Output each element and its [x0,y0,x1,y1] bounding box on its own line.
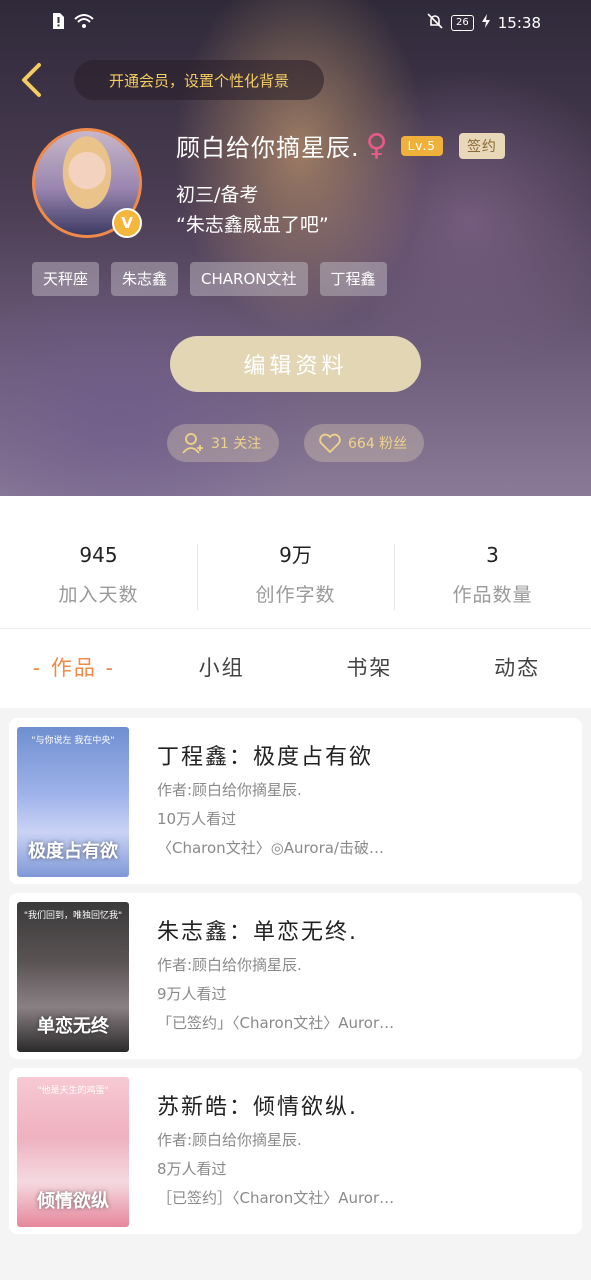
cover-tagline: "他是天生的鸡蛋" [37,1086,109,1096]
wifi-icon [74,13,94,33]
back-button[interactable] [14,60,48,100]
username-row: 顾白给你摘星辰. ♀ Lv.5 签约 [176,128,505,163]
work-tags: 〈Charon文社〉◎Aurora/击破… [157,839,384,857]
tab-works[interactable]: - 作品 - [0,640,148,696]
stat-word-count[interactable]: 9万 创作字数 [197,540,394,612]
battery-indicator: 26 [451,15,474,31]
cover-tagline: "与你说左 我在中央" [31,736,115,746]
work-author: 作者:顾白给你摘星辰. [157,781,302,799]
stat-label: 加入天数 [58,584,139,606]
work-author: 作者:顾白给你摘星辰. [157,1131,302,1149]
cover-title: 倾情欲纵 [37,1191,109,1212]
stat-label: 作品数量 [452,584,533,606]
work-title: 丁程鑫：极度占有欲 [157,745,374,770]
work-title: 苏新皓：倾情欲纵. [157,1095,358,1120]
work-card[interactable]: "他是天生的鸡蛋" 倾情欲纵 苏新皓：倾情欲纵. 作者:顾白给你摘星辰. 8万人… [9,1068,582,1234]
stat-value: 9万 [279,543,312,567]
works-list: "与你说左 我在中央" 极度占有欲 丁程鑫：极度占有欲 作者:顾白给你摘星辰. … [0,708,591,1280]
cover-title: 单恋无终 [37,1016,109,1037]
work-author: 作者:顾白给你摘星辰. [157,956,302,974]
stat-value: 945 [79,543,118,567]
divider [0,628,591,629]
signed-badge[interactable]: 签约 [458,132,505,159]
fans-count: 664 粉丝 [348,436,408,452]
work-views: 9万人看过 [157,985,227,1003]
work-cover: "他是天生的鸡蛋" 倾情欲纵 [17,1077,129,1227]
profile-tabs: - 作品 - 小组 书架 动态 [0,640,591,696]
grade-text: 初三/备考 [176,184,259,206]
profile-tags: 天秤座 朱志鑫 CHARON文社 丁程鑫 [32,262,387,296]
stat-label: 创作字数 [255,584,336,606]
work-cover: "我们回到，唯独回忆我" 单恋无终 [17,902,129,1052]
following-button[interactable]: 31 关注 [167,424,279,462]
edit-profile-button[interactable]: 编辑资料 [170,336,421,392]
sim-alert-icon [50,12,66,34]
back-arrow-icon [22,63,41,97]
tag-club[interactable]: CHARON文社 [190,262,308,296]
work-card[interactable]: "我们回到，唯独回忆我" 单恋无终 朱志鑫：单恋无终. 作者:顾白给你摘星辰. … [9,893,582,1059]
stat-days-joined[interactable]: 945 加入天数 [0,540,197,612]
work-tags: ［已签约］〈Charon文社〉Auror… [157,1189,395,1207]
motto-text: “朱志鑫威盅了吧” [176,214,329,236]
fans-button[interactable]: 664 粉丝 [304,424,424,462]
following-count: 31 关注 [211,436,262,452]
clock: 15:38 [497,14,541,32]
work-card[interactable]: "与你说左 我在中央" 极度占有欲 丁程鑫：极度占有欲 作者:顾白给你摘星辰. … [9,718,582,884]
avatar[interactable]: V [32,128,142,238]
work-tags: 「已签约」〈Charon文社〉Auror… [157,1014,395,1032]
work-views: 8万人看过 [157,1160,227,1178]
tag-idol[interactable]: 朱志鑫 [111,262,179,296]
status-bar: 26 15:38 [0,0,591,46]
vip-background-banner[interactable]: 开通会员，设置个性化背景 [74,60,324,100]
stats-row: 945 加入天数 9万 创作字数 3 作品数量 [0,540,591,612]
mute-bell-icon [427,13,443,33]
user-add-icon [182,433,203,454]
tab-groups[interactable]: 小组 [148,640,296,696]
tab-bookshelf[interactable]: 书架 [296,640,444,696]
cover-title: 极度占有欲 [28,841,118,862]
work-cover: "与你说左 我在中央" 极度占有欲 [17,727,129,877]
cover-tagline: "我们回到，唯独回忆我" [23,911,123,921]
verified-badge: V [112,208,142,238]
tab-activity[interactable]: 动态 [443,640,591,696]
username: 顾白给你摘星辰. [176,134,360,162]
profile-header: 26 15:38 开通会员，设置个性化背景 V 顾白给你摘星辰. ♀ Lv.5 … [0,0,591,496]
heart-add-icon [319,433,341,454]
tag-zodiac[interactable]: 天秤座 [32,262,100,296]
stat-value: 3 [486,543,499,567]
tag-idol-2[interactable]: 丁程鑫 [319,262,387,296]
work-title: 朱志鑫：单恋无终. [157,920,358,945]
charging-icon [481,14,490,32]
stat-works-count[interactable]: 3 作品数量 [394,540,591,612]
work-views: 10万人看过 [157,810,237,828]
female-icon: ♀ [365,127,389,163]
level-badge[interactable]: Lv.5 [400,135,443,156]
